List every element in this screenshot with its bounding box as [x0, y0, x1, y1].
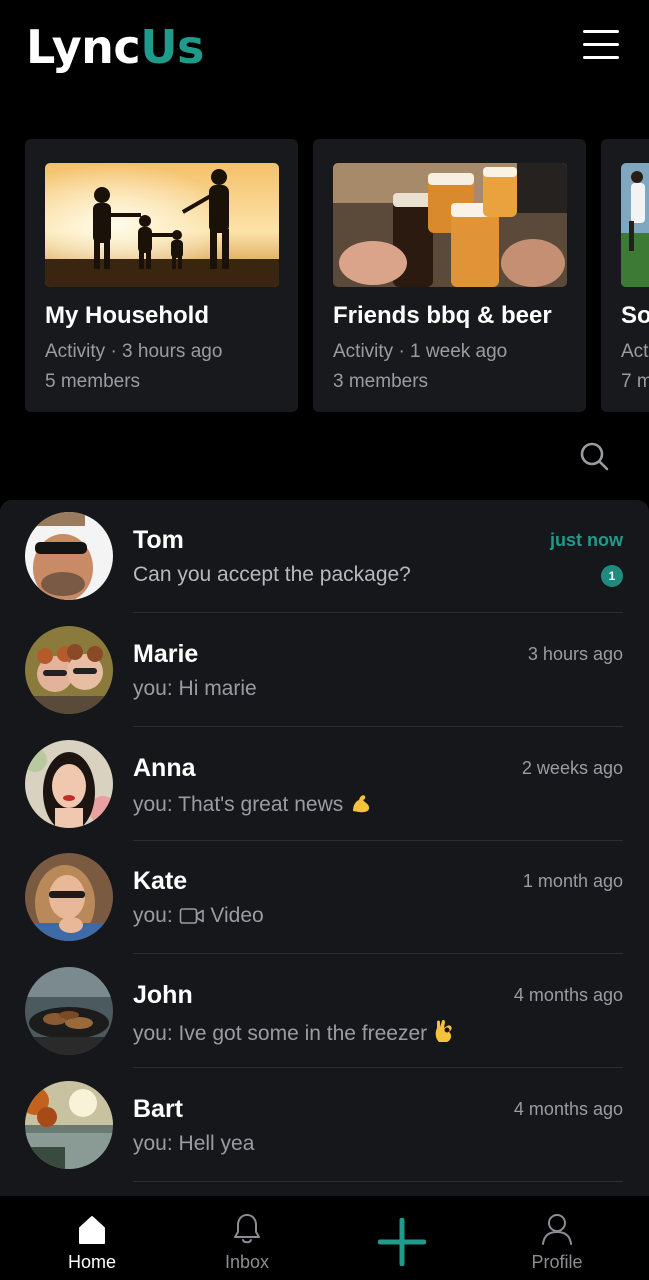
divider [133, 726, 623, 727]
group-members: 7 m [621, 371, 649, 392]
group-title: Friends bbq & beer [333, 302, 552, 329]
nav-home[interactable]: Home [52, 1196, 132, 1280]
divider [133, 1181, 623, 1182]
user-icon [542, 1214, 572, 1245]
message-time: 4 months ago [513, 1099, 623, 1119]
flexed-biceps-emoji [349, 791, 373, 821]
home-icon [79, 1216, 105, 1244]
avatar [25, 967, 113, 1055]
chat-list: Tom Can you accept the package? just now… [0, 500, 649, 1280]
contact-name: Anna [133, 754, 196, 782]
avatar [25, 853, 113, 941]
nav-add-button[interactable] [362, 1196, 442, 1280]
group-card-bbq[interactable]: Friends bbq & beer Activity · 1 week ago… [313, 139, 586, 412]
group-image-beer [333, 163, 567, 287]
group-members: 5 members [45, 371, 141, 392]
contact-name: Kate [133, 867, 188, 895]
bell-icon [234, 1214, 260, 1244]
divider [133, 612, 623, 613]
group-card-household[interactable]: My Household Activity · 3 hours ago 5 me… [25, 139, 298, 412]
contact-name: Tom [133, 526, 184, 554]
group-title: So [621, 302, 649, 329]
plus-icon [378, 1218, 426, 1266]
app-logo: LyncUs [26, 20, 204, 74]
chat-row-anna[interactable]: Anna you: That's great news 2 weeks ago [0, 728, 649, 841]
avatar [25, 740, 113, 828]
message-time: 1 month ago [522, 871, 623, 891]
last-message: Can you accept the package? [133, 563, 411, 586]
group-image-sports [621, 163, 649, 287]
message-time: 3 hours ago [527, 644, 623, 664]
chat-row-marie[interactable]: Marie you: Hi marie 3 hours ago [0, 614, 649, 727]
divider [133, 953, 623, 954]
nav-inbox[interactable]: Inbox [207, 1196, 287, 1280]
search-icon [580, 442, 609, 471]
message-time: 4 months ago [513, 985, 623, 1005]
group-card-partial[interactable]: So Act 7 m [601, 139, 649, 412]
nav-label: Profile [531, 1252, 583, 1272]
contact-name: Bart [133, 1095, 184, 1123]
ok-hand-emoji [433, 1018, 457, 1050]
search-button[interactable] [578, 440, 610, 472]
chat-row-john[interactable]: John you: Ive got some in the freezer 4 … [0, 955, 649, 1068]
nav-profile[interactable]: Profile [517, 1196, 597, 1280]
chat-row-tom[interactable]: Tom Can you accept the package? just now… [0, 500, 649, 613]
menu-icon [583, 30, 619, 33]
last-message: you: That's great news [133, 791, 373, 821]
message-time: 2 weeks ago [521, 758, 623, 778]
message-time: just now [550, 530, 623, 550]
last-message: you: Hell yea [133, 1132, 255, 1155]
group-members: 3 members [333, 371, 429, 392]
avatar [25, 512, 113, 600]
group-activity: Act [621, 341, 649, 362]
app-header: LyncUs [0, 0, 649, 100]
menu-button[interactable] [583, 30, 619, 60]
last-message: you: Hi marie [133, 677, 257, 700]
video-icon [179, 906, 205, 932]
group-title: My Household [45, 302, 210, 329]
group-carousel[interactable]: My Household Activity · 3 hours ago 5 me… [0, 139, 649, 413]
nav-label: Home [67, 1252, 116, 1272]
divider [133, 1067, 623, 1068]
nav-label: Inbox [224, 1252, 270, 1272]
contact-name: Marie [133, 640, 199, 668]
bottom-nav: Home Inbox Profile [0, 1196, 649, 1280]
chat-row-kate[interactable]: Kate you: Video 1 month ago [0, 841, 649, 954]
contact-name: John [133, 981, 193, 1009]
avatar [25, 1081, 113, 1169]
avatar [25, 626, 113, 714]
chat-row-bart[interactable]: Bart you: Hell yea 4 months ago [0, 1069, 649, 1182]
last-message: you: Video [133, 904, 264, 932]
group-image-family [45, 163, 279, 287]
group-activity: Activity · 3 hours ago [45, 341, 223, 362]
group-activity: Activity · 1 week ago [333, 341, 508, 362]
last-message: you: Ive got some in the freezer [133, 1018, 457, 1050]
unread-badge: 1 [601, 565, 623, 587]
